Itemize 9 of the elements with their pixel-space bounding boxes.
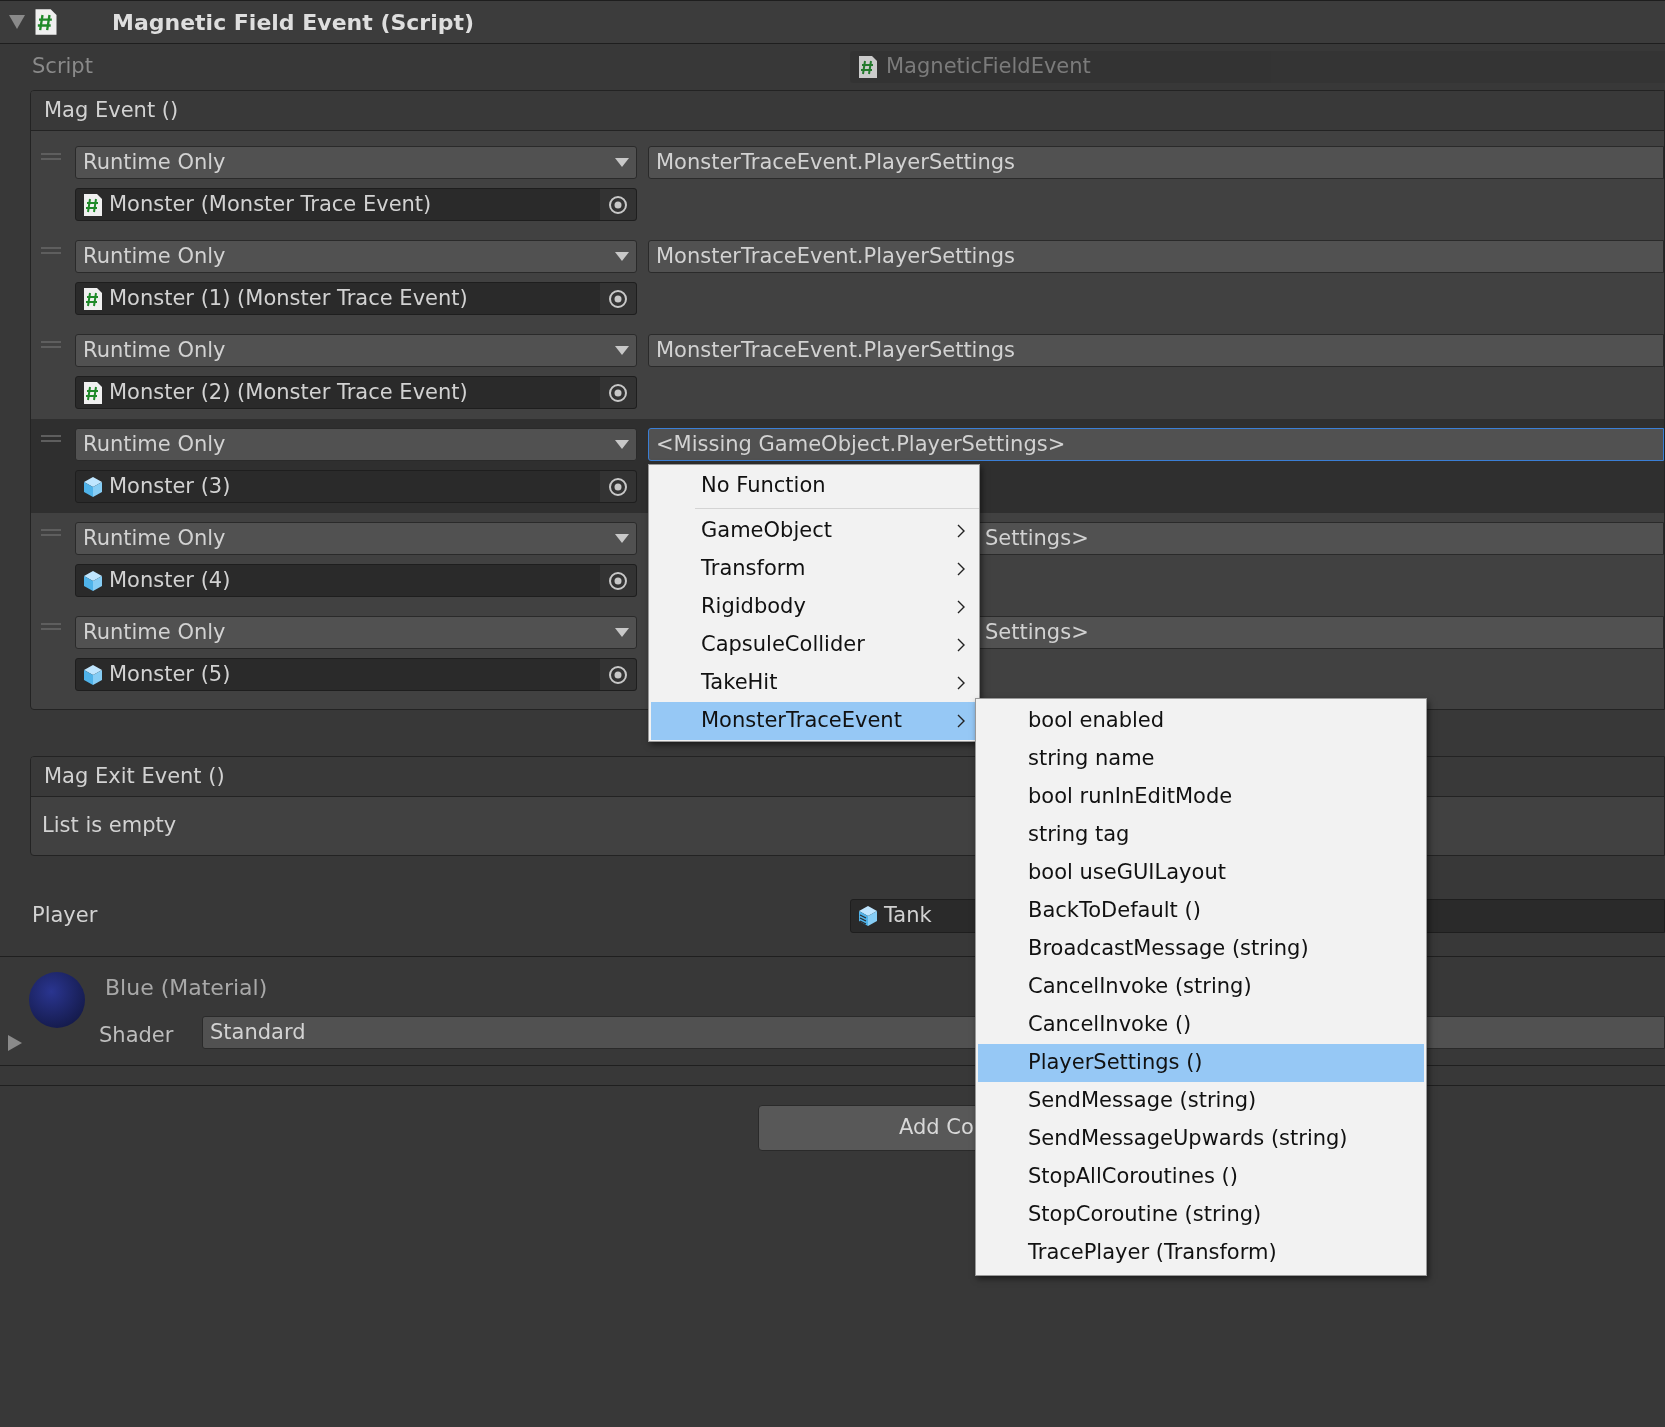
component-title: Magnetic Field Event (Script) <box>112 8 475 37</box>
field-label: Shader <box>99 1022 174 1049</box>
material-name: Blue (Material) <box>105 974 268 1002</box>
event-header: Mag Exit Event () <box>44 762 225 790</box>
field-label: Player <box>32 902 99 930</box>
empty-list-text: List is empty <box>42 812 177 840</box>
script-field: MagneticFieldEvent <box>850 51 1665 83</box>
field-label: Script <box>32 53 94 81</box>
event-header: Mag Event () <box>44 96 179 124</box>
